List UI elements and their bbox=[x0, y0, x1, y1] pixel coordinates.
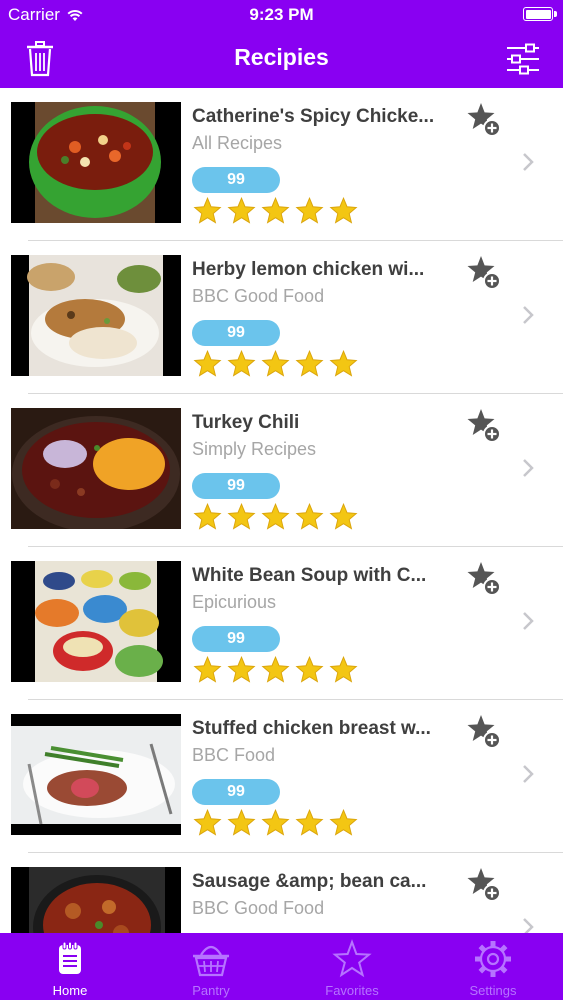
recipe-source: BBC Good Food bbox=[192, 286, 325, 306]
star-icon bbox=[261, 656, 290, 683]
battery-icon bbox=[523, 7, 557, 21]
recipe-title: White Bean Soup with C... bbox=[192, 565, 427, 586]
star-icon bbox=[295, 350, 324, 377]
tab-favorites[interactable]: Favorites bbox=[282, 933, 422, 1000]
star-outline-icon bbox=[332, 939, 372, 978]
recipe-row[interactable]: Turkey Chili Simply Recipes 99 bbox=[0, 394, 563, 547]
recipe-row[interactable]: Sausage &amp; bean ca... BBC Good Food bbox=[0, 853, 563, 933]
basket-icon bbox=[193, 945, 229, 977]
rating-stars bbox=[192, 656, 359, 684]
recipe-row[interactable]: White Bean Soup with C... Epicurious 99 bbox=[0, 547, 563, 700]
star-icon bbox=[193, 809, 222, 836]
star-icon bbox=[329, 197, 358, 224]
chevron-right-icon bbox=[523, 306, 534, 324]
star-icon bbox=[295, 503, 324, 530]
tab-home[interactable]: Home bbox=[0, 933, 140, 1000]
recipe-thumbnail bbox=[11, 867, 181, 933]
star-icon bbox=[329, 350, 358, 377]
recipe-title: Catherine's Spicy Chicke... bbox=[192, 106, 435, 127]
tab-pantry[interactable]: Pantry bbox=[141, 933, 281, 1000]
score-badge: 99 bbox=[192, 779, 280, 805]
add-favorite-button[interactable] bbox=[464, 407, 504, 445]
navigation-bar: Recipies bbox=[0, 30, 563, 88]
star-icon bbox=[261, 197, 290, 224]
star-icon bbox=[261, 503, 290, 530]
star-icon bbox=[193, 197, 222, 224]
star-icon bbox=[261, 809, 290, 836]
tab-settings[interactable]: Settings bbox=[423, 933, 563, 1000]
add-favorite-button[interactable] bbox=[464, 101, 504, 139]
recipe-title: Sausage &amp; bean ca... bbox=[192, 871, 427, 892]
add-favorite-button[interactable] bbox=[464, 254, 504, 292]
tab-label: Settings bbox=[469, 983, 517, 998]
clock: 9:23 PM bbox=[249, 5, 314, 24]
recipe-thumbnail bbox=[11, 255, 181, 376]
recipe-title: Herby lemon chicken wi... bbox=[192, 259, 425, 280]
add-favorite-button[interactable] bbox=[464, 560, 504, 598]
star-icon bbox=[261, 350, 290, 377]
sliders-icon bbox=[507, 43, 539, 75]
tab-label: Home bbox=[52, 983, 88, 998]
rating-stars bbox=[192, 197, 359, 225]
filter-button[interactable] bbox=[501, 37, 545, 81]
chevron-right-icon bbox=[523, 918, 534, 933]
recipe-source: All Recipes bbox=[192, 133, 283, 153]
star-icon bbox=[295, 656, 324, 683]
add-favorite-button[interactable] bbox=[464, 713, 504, 751]
score-badge: 99 bbox=[192, 626, 280, 652]
star-icon bbox=[295, 197, 324, 224]
recipe-thumbnail bbox=[11, 408, 181, 529]
recipe-source: Simply Recipes bbox=[192, 439, 317, 459]
recipe-list[interactable]: Catherine's Spicy Chicke... All Recipes … bbox=[0, 88, 563, 933]
star-icon bbox=[329, 809, 358, 836]
chevron-right-icon bbox=[523, 459, 534, 477]
rating-stars bbox=[192, 350, 359, 378]
score-badge: 99 bbox=[192, 320, 280, 346]
star-icon bbox=[193, 656, 222, 683]
recipe-thumbnail bbox=[11, 561, 181, 682]
recipe-source: BBC Good Food bbox=[192, 898, 325, 918]
tab-bar: Home Pantry Favorites Settings bbox=[0, 933, 563, 1000]
star-icon bbox=[227, 503, 256, 530]
star-icon bbox=[193, 350, 222, 377]
add-favorite-button[interactable] bbox=[464, 866, 504, 904]
chevron-right-icon bbox=[523, 612, 534, 630]
chevron-right-icon bbox=[523, 153, 534, 171]
score-badge: 99 bbox=[192, 473, 280, 499]
star-icon bbox=[227, 809, 256, 836]
recipe-row[interactable]: Herby lemon chicken wi... BBC Good Food … bbox=[0, 241, 563, 394]
star-icon bbox=[227, 197, 256, 224]
star-icon bbox=[227, 656, 256, 683]
recipe-thumbnail bbox=[11, 714, 181, 835]
rating-stars bbox=[192, 809, 359, 837]
recipe-title: Turkey Chili bbox=[192, 412, 300, 433]
star-icon bbox=[295, 809, 324, 836]
recipe-title: Stuffed chicken breast w... bbox=[192, 718, 431, 739]
page-title: Recipies bbox=[234, 44, 329, 70]
recipe-row[interactable]: Catherine's Spicy Chicke... All Recipes … bbox=[0, 88, 563, 241]
rating-stars bbox=[192, 503, 359, 531]
recipe-source: Epicurious bbox=[192, 592, 277, 612]
status-bar: Carrier 9:23 PM bbox=[0, 0, 563, 30]
recipe-row[interactable]: Stuffed chicken breast w... BBC Food 99 bbox=[0, 700, 563, 853]
star-icon bbox=[227, 350, 256, 377]
star-icon bbox=[329, 656, 358, 683]
tab-label: Pantry bbox=[192, 983, 230, 998]
chevron-right-icon bbox=[523, 765, 534, 783]
star-icon bbox=[193, 503, 222, 530]
recipe-source: BBC Food bbox=[192, 745, 276, 765]
star-icon bbox=[329, 503, 358, 530]
tab-label: Favorites bbox=[325, 983, 379, 998]
notepad-icon bbox=[59, 941, 81, 974]
recipe-thumbnail bbox=[11, 102, 181, 223]
score-badge: 99 bbox=[192, 167, 280, 193]
gear-icon bbox=[475, 941, 511, 977]
